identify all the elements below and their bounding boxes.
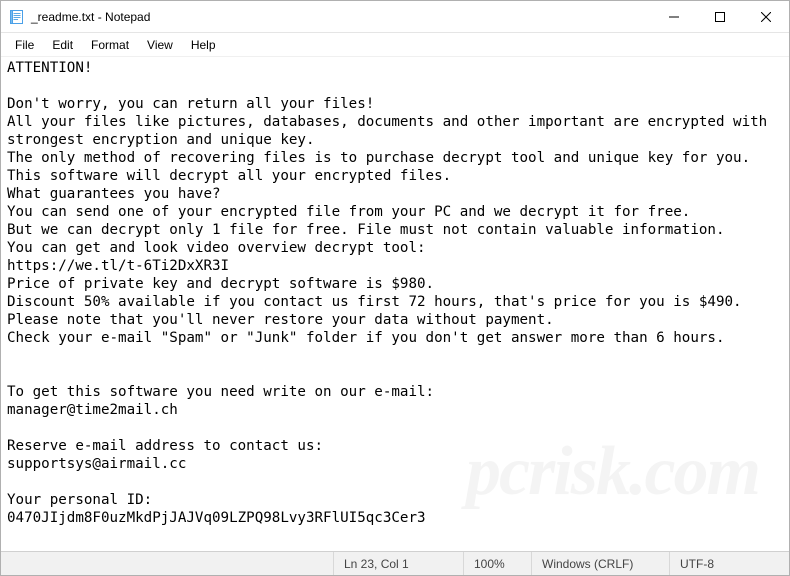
statusbar: Ln 23, Col 1 100% Windows (CRLF) UTF-8: [1, 551, 789, 575]
status-encoding: UTF-8: [669, 552, 789, 575]
notepad-window: _readme.txt - Notepad File Edit Format V…: [0, 0, 790, 576]
window-title: _readme.txt - Notepad: [31, 10, 150, 24]
menu-file[interactable]: File: [7, 36, 42, 54]
status-zoom[interactable]: 100%: [463, 552, 531, 575]
close-button[interactable]: [743, 1, 789, 33]
menu-edit[interactable]: Edit: [44, 36, 81, 54]
watermark-text: pcrisk.com: [466, 463, 759, 481]
status-eol: Windows (CRLF): [531, 552, 669, 575]
minimize-button[interactable]: [651, 1, 697, 33]
text-editor[interactable]: ATTENTION! Don't worry, you can return a…: [1, 57, 789, 551]
menu-help[interactable]: Help: [183, 36, 224, 54]
maximize-button[interactable]: [697, 1, 743, 33]
document-text: ATTENTION! Don't worry, you can return a…: [7, 60, 776, 526]
menu-format[interactable]: Format: [83, 36, 137, 54]
window-controls: [651, 1, 789, 32]
menu-view[interactable]: View: [139, 36, 181, 54]
status-position: Ln 23, Col 1: [333, 552, 463, 575]
notepad-icon: [9, 9, 25, 25]
menubar: File Edit Format View Help: [1, 33, 789, 57]
titlebar[interactable]: _readme.txt - Notepad: [1, 1, 789, 33]
